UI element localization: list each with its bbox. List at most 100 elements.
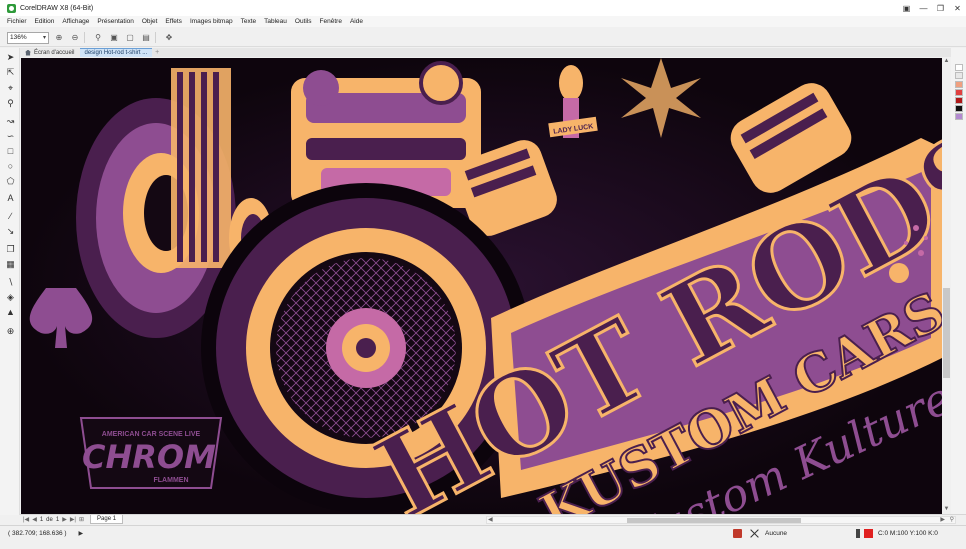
page-of-label: de bbox=[46, 516, 53, 523]
palette-swatch[interactable] bbox=[955, 64, 963, 71]
palette-swatch[interactable] bbox=[955, 97, 963, 104]
status-bar: ( 382.709; 168.636 ) ▶ Aucune C:0 M:100 … bbox=[0, 525, 966, 541]
tab-document[interactable]: design Hot-rod t-shirt ... bbox=[79, 48, 153, 57]
add-tool-icon[interactable]: ⊕ bbox=[5, 326, 16, 337]
zoom-tool-icon[interactable]: ⚲ bbox=[5, 98, 16, 109]
artistic-media-icon[interactable]: ∽ bbox=[5, 131, 16, 142]
outline-indicator[interactable]: C:0 M:100 Y:100 K:0 bbox=[856, 529, 938, 538]
pan-icon[interactable]: ✥ bbox=[163, 32, 175, 44]
scroll-left-icon[interactable]: ◀ bbox=[488, 516, 493, 523]
title-bar: CorelDRAW X8 (64-Bit) ▣ — ❐ ✕ bbox=[0, 0, 966, 16]
pick-tool-icon[interactable]: ➤ bbox=[5, 52, 16, 63]
toolbar-divider bbox=[84, 32, 85, 43]
fill-label: Aucune bbox=[765, 530, 788, 537]
palette-swatch[interactable] bbox=[955, 89, 963, 96]
no-fill-icon bbox=[750, 529, 759, 538]
tab-label: Écran d'accueil bbox=[34, 49, 75, 56]
menu-outils[interactable]: Outils bbox=[295, 18, 312, 25]
chevron-down-icon: ▾ bbox=[42, 35, 46, 41]
chrom-flammen-badge: AMERICAN CAR SCENE LIVE CHROM FLAMMEN bbox=[79, 417, 223, 489]
crop-tool-icon[interactable]: ⌖ bbox=[5, 83, 16, 94]
zoom-out-icon[interactable]: ⊖ bbox=[69, 32, 81, 44]
scroll-down-icon[interactable]: ▼ bbox=[942, 506, 951, 514]
status-expand-icon[interactable]: ▶ bbox=[79, 530, 84, 537]
cursor-coordinates: ( 382.709; 168.636 ) bbox=[8, 530, 67, 537]
coreldraw-logo-icon bbox=[7, 3, 16, 13]
menu-aide[interactable]: Aide bbox=[350, 18, 363, 25]
badge-main: CHROM bbox=[82, 438, 216, 476]
palette-swatch[interactable] bbox=[955, 113, 963, 120]
last-page-icon[interactable]: ▶| bbox=[70, 516, 76, 523]
horizontal-scroll-thumb[interactable] bbox=[627, 518, 801, 523]
fill-bucket-icon bbox=[733, 529, 742, 538]
restore-button[interactable]: ❐ bbox=[932, 0, 949, 16]
window-controls: ▣ — ❐ ✕ bbox=[898, 0, 966, 16]
zoom-level-value: 136% bbox=[10, 34, 27, 41]
color-palette bbox=[951, 48, 966, 515]
menu-effets[interactable]: Effets bbox=[165, 18, 182, 25]
menu-affichage[interactable]: Affichage bbox=[62, 18, 89, 25]
first-page-icon[interactable]: |◀ bbox=[23, 516, 29, 523]
next-page-icon[interactable]: ▶ bbox=[62, 516, 67, 523]
connector-tool-icon[interactable]: ↘ bbox=[5, 226, 16, 237]
palette-swatch[interactable] bbox=[955, 81, 963, 88]
fill-indicator[interactable]: Aucune bbox=[733, 529, 787, 538]
home-icon bbox=[25, 49, 31, 56]
zoom-level-select[interactable]: 136% ▾ bbox=[7, 31, 49, 44]
page-navigator: |◀ ◀ 1 de 1 ▶ ▶| ⊞ Page 1 ◀ ▶ ⚲ bbox=[20, 514, 966, 524]
interactive-fill-icon[interactable]: ◈ bbox=[5, 292, 16, 303]
freehand-tool-icon[interactable]: ↝ bbox=[5, 116, 16, 127]
shape-tool-icon[interactable]: ⇱ bbox=[5, 67, 16, 78]
outline-color-swatch bbox=[864, 529, 873, 538]
eyedropper-icon[interactable]: ∖ bbox=[5, 277, 16, 288]
horizontal-scrollbar[interactable]: ◀ ▶ ⚲ bbox=[486, 516, 956, 524]
menu-images-bitmap[interactable]: Images bitmap bbox=[190, 18, 233, 25]
zoom-page-icon[interactable]: ▢ bbox=[124, 32, 136, 44]
badge-line-2: FLAMMEN bbox=[154, 477, 189, 484]
smart-fill-icon[interactable]: ▲ bbox=[5, 307, 16, 318]
menu-texte[interactable]: Texte bbox=[241, 18, 257, 25]
vertical-scrollbar[interactable]: ▲ ▼ bbox=[942, 58, 951, 514]
menu-tableau[interactable]: Tableau bbox=[264, 18, 287, 25]
profile-icon[interactable]: ▣ bbox=[898, 0, 915, 16]
zoom-all-icon[interactable]: ▣ bbox=[108, 32, 120, 44]
previous-page-icon[interactable]: ◀ bbox=[32, 516, 37, 523]
menu-fenetre[interactable]: Fenêtre bbox=[320, 18, 342, 25]
transparency-icon[interactable]: ▦ bbox=[5, 259, 16, 270]
palette-swatch[interactable] bbox=[955, 105, 963, 112]
menu-presentation[interactable]: Présentation bbox=[97, 18, 134, 25]
drawing-canvas[interactable]: LADY LUCK HOT RODS KUSTOM CARS Ku bbox=[21, 58, 942, 514]
new-tab-icon[interactable]: + bbox=[152, 48, 162, 57]
tab-label: design Hot-rod t-shirt ... bbox=[84, 50, 148, 56]
rectangle-tool-icon[interactable]: □ bbox=[5, 146, 16, 157]
zoom-selected-icon[interactable]: ⚲ bbox=[92, 32, 104, 44]
menu-fichier[interactable]: Fichier bbox=[7, 18, 27, 25]
artwork: LADY LUCK HOT RODS KUSTOM CARS Ku bbox=[21, 58, 942, 514]
window-title: CorelDRAW X8 (64-Bit) bbox=[20, 4, 94, 12]
menu-edition[interactable]: Edition bbox=[35, 18, 55, 25]
minimize-button[interactable]: — bbox=[915, 0, 932, 16]
polygon-tool-icon[interactable]: ⬠ bbox=[5, 176, 16, 187]
text-tool-icon[interactable]: A bbox=[5, 193, 16, 204]
add-page-icon[interactable]: ⊞ bbox=[79, 516, 84, 523]
zoom-width-icon[interactable]: ▤ bbox=[140, 32, 152, 44]
menu-bar: Fichier Edition Affichage Présentation O… bbox=[0, 16, 966, 27]
document-tab-bar: Écran d'accueil design Hot-rod t-shirt .… bbox=[20, 48, 966, 57]
scroll-right-icon[interactable]: ▶ bbox=[940, 516, 945, 523]
zoom-in-icon[interactable]: ⊕ bbox=[53, 32, 65, 44]
ellipse-tool-icon[interactable]: ○ bbox=[5, 161, 16, 172]
vertical-scroll-thumb[interactable] bbox=[943, 288, 950, 378]
close-button[interactable]: ✕ bbox=[949, 0, 966, 16]
outline-label: C:0 M:100 Y:100 K:0 bbox=[878, 530, 938, 537]
palette-swatch[interactable] bbox=[955, 72, 963, 79]
parallel-dimension-icon[interactable]: ∕ bbox=[5, 211, 16, 222]
scroll-up-icon[interactable]: ▲ bbox=[942, 58, 951, 66]
menu-objet[interactable]: Objet bbox=[142, 18, 158, 25]
drop-shadow-icon[interactable]: ❐ bbox=[5, 244, 16, 255]
toolbox: ➤ ⇱ ⌖ ⚲ ↝ ∽ □ ○ ⬠ A ∕ ↘ ❐ ▦ ∖ ◈ ▲ ⊕ bbox=[0, 48, 20, 515]
page-tab[interactable]: Page 1 bbox=[90, 515, 124, 524]
total-pages: 1 bbox=[55, 516, 60, 523]
badge-line-1: AMERICAN CAR SCENE LIVE bbox=[102, 431, 201, 438]
zoom-navigator-icon[interactable]: ⚲ bbox=[950, 516, 954, 523]
tab-welcome-screen[interactable]: Écran d'accueil bbox=[20, 48, 80, 57]
